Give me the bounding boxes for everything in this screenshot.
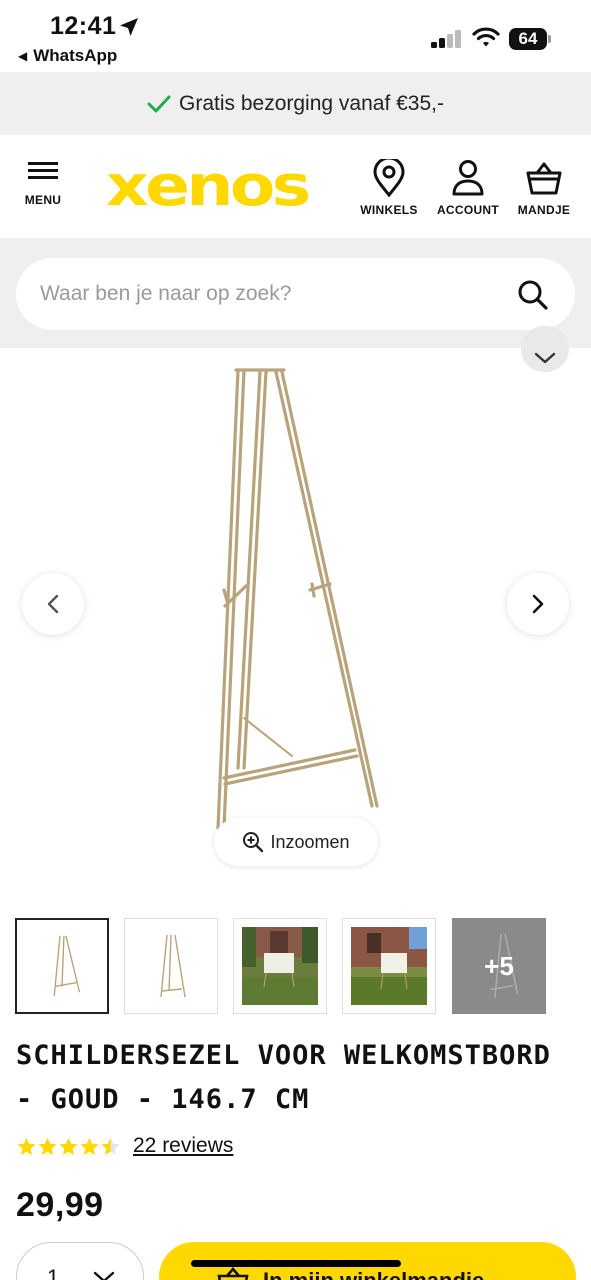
zoom-button[interactable]: Inzoomen xyxy=(214,818,378,866)
star-icon xyxy=(80,1137,99,1155)
chevron-down-icon xyxy=(534,352,556,364)
quantity-select[interactable]: 1 xyxy=(16,1242,144,1280)
search-input[interactable] xyxy=(40,258,500,330)
more-images-count: +5 xyxy=(484,950,514,981)
home-indicator xyxy=(191,1260,401,1267)
user-icon xyxy=(452,160,484,196)
gallery-next-button[interactable] xyxy=(507,573,569,635)
product-image-easel[interactable] xyxy=(200,358,390,838)
thumbnail-2[interactable] xyxy=(124,918,218,1014)
battery-nub xyxy=(548,35,551,43)
battery-indicator: 64 xyxy=(509,28,547,50)
search-box xyxy=(16,258,575,330)
wifi-icon xyxy=(472,27,500,47)
product-rating: 22 reviews xyxy=(16,1132,233,1160)
menu-label: MENU xyxy=(24,193,62,207)
promo-text: Gratis bezorging vanaf €35,- xyxy=(179,91,444,115)
star-icon xyxy=(59,1137,78,1155)
thumbnail-photo-garden xyxy=(242,927,318,1005)
checkmark-icon xyxy=(147,94,171,114)
stores-button[interactable]: WINKELS xyxy=(356,159,422,217)
chevron-down-icon xyxy=(93,1271,115,1280)
thumbnail-4[interactable] xyxy=(342,918,436,1014)
site-header: MENU xenos WINKELS ACCOUNT MANDJE xyxy=(0,135,591,238)
collapse-header-button[interactable] xyxy=(521,326,569,372)
status-time: 12:41 xyxy=(50,12,117,40)
product-title: SCHILDERSEZEL VOOR WELKOMSTBORD - GOUD -… xyxy=(16,1040,551,1115)
account-button[interactable]: ACCOUNT xyxy=(434,159,502,217)
star-icon xyxy=(38,1137,57,1155)
thumbnail-3[interactable] xyxy=(233,918,327,1014)
zoom-in-icon xyxy=(242,831,264,853)
thumbnail-easel-image xyxy=(53,935,81,997)
basket-icon xyxy=(526,162,562,195)
cellular-signal-icon xyxy=(431,30,463,48)
hamburger-icon xyxy=(28,162,58,179)
chevron-right-icon xyxy=(532,594,544,614)
reviews-link[interactable]: 22 reviews xyxy=(133,1134,233,1158)
location-arrow-icon xyxy=(120,18,138,36)
thumbnail-photo-church xyxy=(351,927,427,1005)
stores-label: WINKELS xyxy=(360,203,418,217)
promo-banner: Gratis bezorging vanaf €35,- xyxy=(0,72,591,135)
menu-button[interactable]: MENU xyxy=(18,159,68,207)
cart-button[interactable]: MANDJE xyxy=(514,159,574,217)
star-icon xyxy=(17,1137,36,1155)
add-to-cart-label: In mijn winkelmandje xyxy=(263,1268,484,1280)
product-price: 29,99 xyxy=(16,1186,104,1224)
product-gallery: Inzoomen xyxy=(0,326,591,903)
thumbnail-strip: +5 xyxy=(15,918,575,1014)
rating-stars xyxy=(16,1136,121,1157)
chevron-left-icon xyxy=(47,594,59,614)
status-bar: 12:41 ◀ WhatsApp 64 xyxy=(0,0,591,72)
gallery-prev-button[interactable] xyxy=(22,573,84,635)
basket-icon xyxy=(217,1267,249,1280)
cart-label: MANDJE xyxy=(517,203,571,217)
star-icon xyxy=(101,1137,120,1155)
quantity-value: 1 xyxy=(47,1265,60,1280)
back-app-label: WhatsApp xyxy=(33,46,118,65)
xenos-logo[interactable]: xenos xyxy=(106,157,311,217)
search-bar-container xyxy=(0,238,591,348)
map-pin-icon xyxy=(373,159,405,197)
thumbnail-easel-image-alt xyxy=(160,934,186,998)
thumbnail-more[interactable]: +5 xyxy=(452,918,546,1014)
thumbnail-1[interactable] xyxy=(15,918,109,1014)
search-icon[interactable] xyxy=(517,279,549,311)
zoom-label: Inzoomen xyxy=(270,831,350,852)
account-label: ACCOUNT xyxy=(436,203,500,217)
back-to-app-link[interactable]: ◀ WhatsApp xyxy=(18,46,117,66)
back-triangle-icon: ◀ xyxy=(18,49,28,63)
